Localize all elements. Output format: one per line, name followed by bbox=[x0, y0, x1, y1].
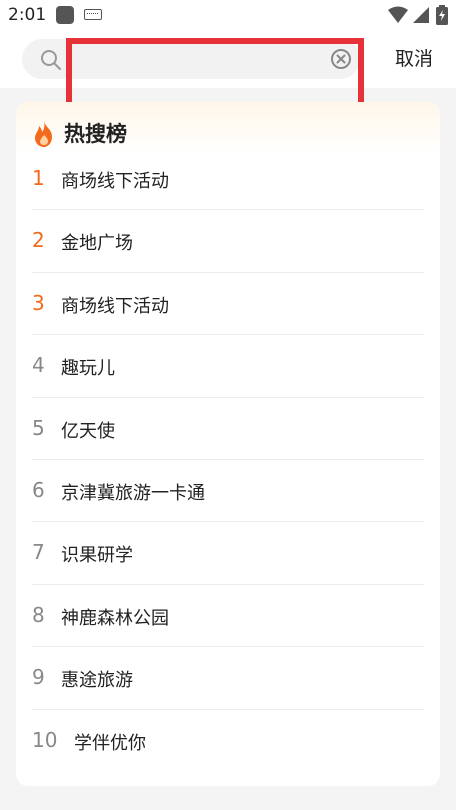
search-icon bbox=[41, 50, 61, 70]
hot-search-item[interactable]: 9 惠途旅游 bbox=[32, 647, 424, 710]
status-bar: 2:01 bbox=[0, 0, 456, 30]
hot-rank: 3 bbox=[32, 290, 45, 315]
hot-search-card: 热搜榜 1 商场线下活动 2 金地广场 3 商场线下活动 4 趣玩儿 5 亿天使 bbox=[16, 102, 440, 786]
hot-label: 惠途旅游 bbox=[61, 670, 133, 692]
hot-search-item[interactable]: 3 商场线下活动 bbox=[32, 273, 424, 336]
cancel-button[interactable]: 取消 bbox=[386, 44, 442, 74]
hot-search-item[interactable]: 4 趣玩儿 bbox=[32, 335, 424, 398]
hot-rank: 4 bbox=[32, 353, 45, 378]
hot-label: 金地广场 bbox=[61, 233, 133, 255]
hot-rank: 10 bbox=[32, 727, 58, 752]
keyboard-icon bbox=[84, 9, 102, 20]
hot-rank: 7 bbox=[32, 540, 45, 565]
hot-rank: 8 bbox=[32, 602, 45, 627]
battery-icon bbox=[436, 5, 448, 25]
hot-label: 商场线下活动 bbox=[61, 171, 169, 192]
hot-search-item[interactable]: 7 识果研学 bbox=[32, 522, 424, 585]
hot-search-item[interactable]: 6 京津冀旅游一卡通 bbox=[32, 460, 424, 523]
hot-search-item[interactable]: 5 亿天使 bbox=[32, 398, 424, 460]
hot-label: 识果研学 bbox=[61, 545, 133, 567]
hot-search-list: 1 商场线下活动 2 金地广场 3 商场线下活动 4 趣玩儿 5 亿天使 6 京… bbox=[16, 148, 440, 772]
hot-rank: 9 bbox=[32, 665, 45, 690]
hot-search-item[interactable]: 8 神鹿森林公园 bbox=[32, 585, 424, 648]
hot-search-item[interactable]: 2 金地广场 bbox=[32, 210, 424, 273]
hot-search-title: 热搜榜 bbox=[64, 122, 127, 146]
hot-label: 商场线下活动 bbox=[61, 295, 169, 317]
app-icon bbox=[56, 6, 74, 24]
hot-search-header: 热搜榜 bbox=[16, 102, 440, 152]
hot-label: 趣玩儿 bbox=[61, 358, 115, 380]
hot-search-item[interactable]: 1 商场线下活动 bbox=[32, 148, 424, 211]
hot-label: 京津冀旅游一卡通 bbox=[61, 482, 205, 504]
hot-rank: 1 bbox=[32, 166, 45, 190]
hot-rank: 6 bbox=[32, 477, 45, 502]
search-header: 取消 bbox=[0, 30, 456, 116]
fire-icon bbox=[35, 121, 52, 147]
wifi-icon bbox=[388, 6, 408, 23]
signal-icon bbox=[413, 7, 429, 23]
search-box[interactable] bbox=[22, 39, 360, 79]
clear-icon[interactable] bbox=[331, 49, 351, 69]
search-input[interactable] bbox=[70, 43, 320, 75]
hot-search-item[interactable]: 10 学伴优你 bbox=[32, 710, 424, 772]
hot-label: 亿天使 bbox=[61, 420, 115, 442]
hot-label: 学伴优你 bbox=[74, 732, 146, 754]
status-time: 2:01 bbox=[8, 5, 47, 25]
hot-rank: 2 bbox=[32, 228, 45, 253]
screen: 2:01 取消 热搜榜 1 商场线下活动 2 金地广场 3 商场线下活动 4 趣… bbox=[0, 0, 456, 810]
hot-rank: 5 bbox=[32, 415, 45, 440]
hot-label: 神鹿森林公园 bbox=[61, 607, 169, 629]
